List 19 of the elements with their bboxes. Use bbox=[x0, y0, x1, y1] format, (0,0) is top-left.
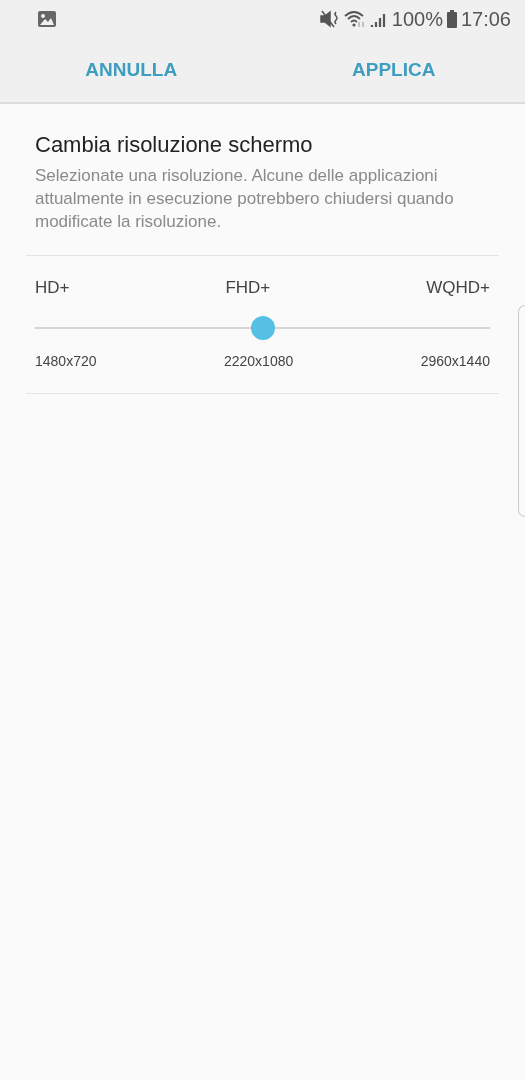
apply-button[interactable]: APPLICA bbox=[262, 38, 525, 102]
section-title: Cambia risoluzione schermo bbox=[35, 132, 314, 158]
resolution-label: HD+ bbox=[35, 278, 70, 298]
resolution-value: 2220x1080 bbox=[223, 353, 294, 369]
wifi-icon bbox=[343, 10, 366, 28]
battery-icon bbox=[446, 10, 457, 28]
battery-percent: 100% bbox=[391, 7, 443, 31]
slider-thumb[interactable] bbox=[250, 316, 275, 340]
cancel-button[interactable]: ANNULLA bbox=[0, 38, 263, 102]
image-icon bbox=[38, 11, 56, 27]
edge-panel-handle[interactable] bbox=[518, 305, 525, 517]
description: Selezionate una risoluzione. Alcune delle applicazioni attualmente in esecuzione potrebbero chiudersi quando modificate la risoluzione. bbox=[35, 165, 455, 233]
resolution-label: WQHD+ bbox=[426, 278, 490, 298]
resolution-label: FHD+ bbox=[225, 278, 271, 298]
resolution-value: 2960x1440 bbox=[420, 353, 490, 369]
slider[interactable] bbox=[35, 316, 490, 340]
mute-icon bbox=[319, 10, 340, 28]
resolution-value: 1480x720 bbox=[35, 353, 97, 369]
clock: 17:06 bbox=[460, 7, 511, 31]
